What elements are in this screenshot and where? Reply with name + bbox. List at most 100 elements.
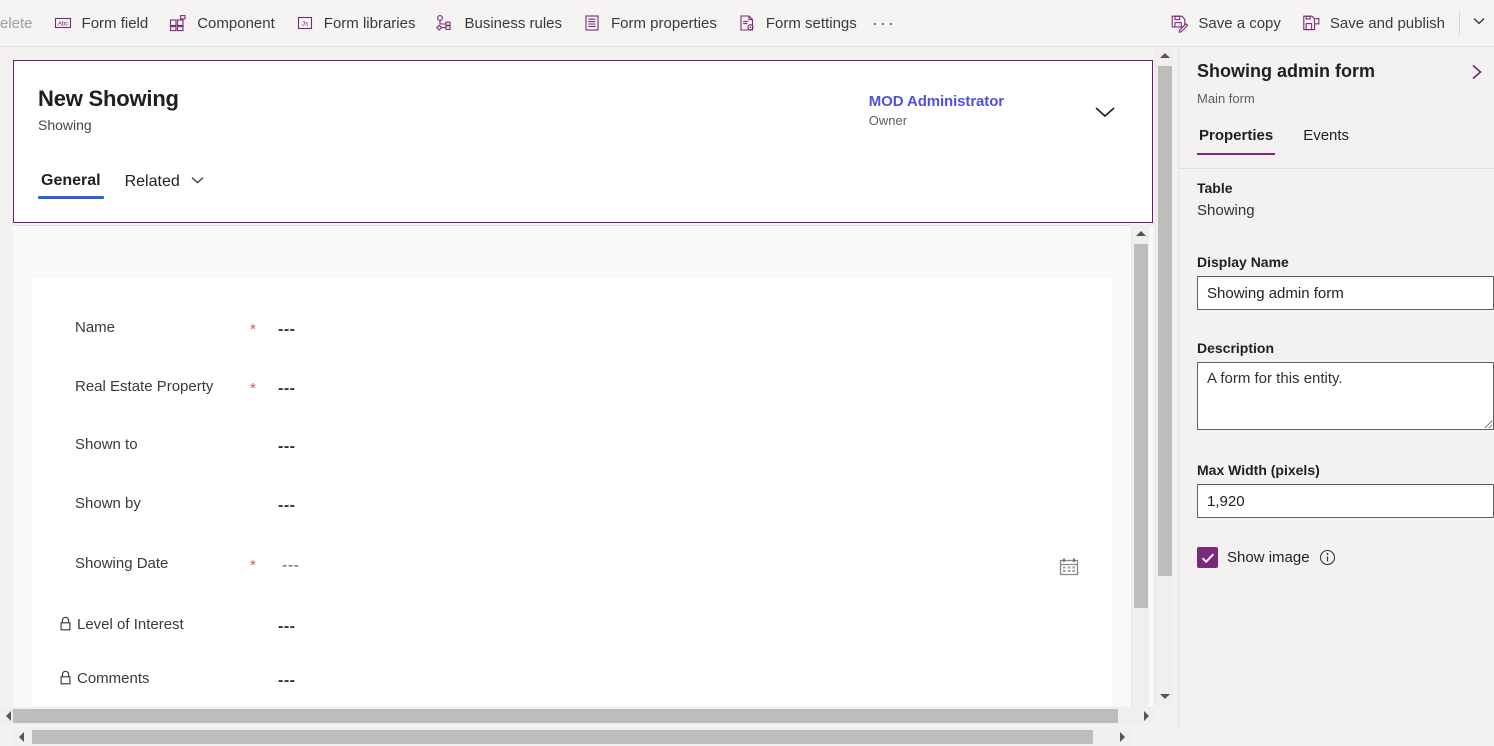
form-field-row[interactable]: Shown by --- <box>32 495 1112 523</box>
field-value[interactable]: --- <box>278 438 295 456</box>
command-business-rules[interactable]: Business rules <box>425 3 572 43</box>
component-grid-icon <box>168 13 188 33</box>
canvas-horizontal-scrollbar[interactable] <box>13 728 1131 746</box>
header-expand-chevron[interactable] <box>1091 103 1119 125</box>
command-bar: elete Abc Form field Component Js Form l… <box>0 0 1494 47</box>
command-component[interactable]: Component <box>158 3 285 43</box>
command-save-and-publish[interactable]: Save and publish <box>1291 3 1455 43</box>
form-field-row[interactable]: Real Estate Property * --- <box>32 378 1112 406</box>
table-field: Table Showing <box>1197 180 1494 220</box>
field-label-text: Comments <box>77 670 150 687</box>
owner-name-link[interactable]: MOD Administrator <box>869 93 1004 110</box>
lock-icon <box>59 616 72 635</box>
triangle-right-icon <box>1120 732 1125 742</box>
tab-label: General <box>41 172 101 189</box>
command-overflow-button[interactable]: ··· <box>867 6 901 40</box>
page-vertical-scrollbar[interactable] <box>1155 47 1173 705</box>
form-field-row[interactable]: Comments --- <box>32 670 1112 698</box>
form-field-row[interactable]: Level of Interest --- <box>32 616 1112 644</box>
form-body-vertical-scrollbar[interactable] <box>1131 225 1149 720</box>
panel-subtitle: Main form <box>1197 91 1255 106</box>
scrollbar-thumb[interactable] <box>1134 244 1148 608</box>
form-field-row[interactable]: Showing Date * --- <box>32 555 1112 583</box>
record-title: New Showing <box>38 86 179 112</box>
scrollbar-thumb[interactable] <box>1158 66 1172 576</box>
panel-tab-divider <box>1179 168 1494 169</box>
chevron-right-icon <box>1468 62 1486 87</box>
tab-related[interactable]: Related <box>122 168 208 203</box>
command-label: Business rules <box>464 15 562 32</box>
description-textarea[interactable] <box>1197 362 1494 430</box>
command-label: elete <box>0 15 33 32</box>
form-designer-canvas: New Showing Showing MOD Administrator Ow… <box>0 47 1155 730</box>
form-properties-icon <box>582 13 602 33</box>
triangle-up-icon <box>1136 231 1146 236</box>
scroll-down-arrow[interactable] <box>1156 688 1174 705</box>
triangle-left-icon <box>6 711 11 721</box>
tab-general[interactable]: General <box>38 168 104 202</box>
show-image-row: Show image <box>1197 547 1336 568</box>
tab-label: Properties <box>1199 127 1273 144</box>
command-delete-truncated[interactable]: elete <box>0 3 43 43</box>
form-section-card[interactable]: Name * --- Real Estate Property * --- Sh… <box>32 278 1112 707</box>
command-label: Component <box>197 15 275 32</box>
scroll-up-arrow[interactable] <box>1132 225 1150 242</box>
form-header-card-selected[interactable]: New Showing Showing MOD Administrator Ow… <box>13 60 1153 223</box>
command-form-settings[interactable]: Form settings <box>727 3 867 43</box>
field-label: Level of Interest <box>59 616 184 635</box>
command-label: Save and publish <box>1330 15 1445 32</box>
form-body-scroll-region: Name * --- Real Estate Property * --- Sh… <box>13 226 1153 707</box>
properties-panel: Showing admin form Main form Properties … <box>1178 47 1494 730</box>
description-field: Description <box>1197 340 1494 435</box>
scroll-up-arrow[interactable] <box>1156 47 1174 64</box>
form-field-row[interactable]: Shown to --- <box>32 436 1112 464</box>
field-label-text: Level of Interest <box>77 616 184 633</box>
triangle-left-icon <box>19 732 24 742</box>
command-form-field[interactable]: Abc Form field <box>43 3 159 43</box>
command-form-libraries[interactable]: Js Form libraries <box>285 3 426 43</box>
page-horizontal-scrollbar[interactable] <box>0 707 1155 725</box>
panel-tab-strip: Properties Events <box>1197 123 1351 157</box>
tab-properties[interactable]: Properties <box>1197 123 1275 157</box>
chevron-down-icon <box>1093 104 1117 125</box>
command-save-options-chevron[interactable] <box>1464 3 1494 43</box>
max-width-label: Max Width (pixels) <box>1197 462 1494 478</box>
form-tab-strip: General Related <box>38 168 207 203</box>
calendar-icon[interactable] <box>1057 555 1081 579</box>
scroll-right-arrow[interactable] <box>1138 707 1155 725</box>
scrollbar-thumb[interactable] <box>32 730 1093 744</box>
triangle-right-icon <box>1144 711 1149 721</box>
command-save-a-copy[interactable]: Save a copy <box>1159 3 1291 43</box>
max-width-field: Max Width (pixels) <box>1197 462 1494 518</box>
command-form-properties[interactable]: Form properties <box>572 3 727 43</box>
scroll-right-arrow[interactable] <box>1114 728 1131 746</box>
display-name-input[interactable] <box>1197 276 1494 310</box>
panel-title: Showing admin form <box>1197 61 1375 82</box>
description-label: Description <box>1197 340 1494 356</box>
field-label: Name <box>75 319 115 336</box>
info-icon[interactable] <box>1319 549 1336 566</box>
command-divider <box>1459 11 1460 35</box>
business-rules-icon <box>435 13 455 33</box>
js-box-icon: Js <box>295 13 315 33</box>
field-value[interactable]: --- <box>278 672 295 690</box>
panel-collapse-button[interactable] <box>1464 61 1490 87</box>
max-width-input[interactable] <box>1197 484 1494 518</box>
field-value[interactable]: --- <box>278 321 295 339</box>
triangle-up-icon <box>1160 53 1170 58</box>
field-value[interactable]: --- <box>278 618 295 636</box>
required-indicator: * <box>250 322 256 337</box>
scroll-left-arrow[interactable] <box>13 728 30 746</box>
field-value[interactable]: --- <box>278 380 295 398</box>
field-value[interactable]: --- <box>278 497 295 515</box>
command-label: Form libraries <box>324 15 416 32</box>
form-settings-icon <box>737 13 757 33</box>
form-field-row[interactable]: Name * --- <box>32 319 1112 347</box>
scrollbar-thumb[interactable] <box>13 709 1118 723</box>
show-image-checkbox[interactable] <box>1197 547 1218 568</box>
tab-events[interactable]: Events <box>1301 123 1351 157</box>
save-copy-icon <box>1169 13 1189 33</box>
chevron-down-icon <box>191 172 204 190</box>
field-value[interactable]: --- <box>282 557 299 575</box>
show-image-label[interactable]: Show image <box>1227 549 1310 566</box>
